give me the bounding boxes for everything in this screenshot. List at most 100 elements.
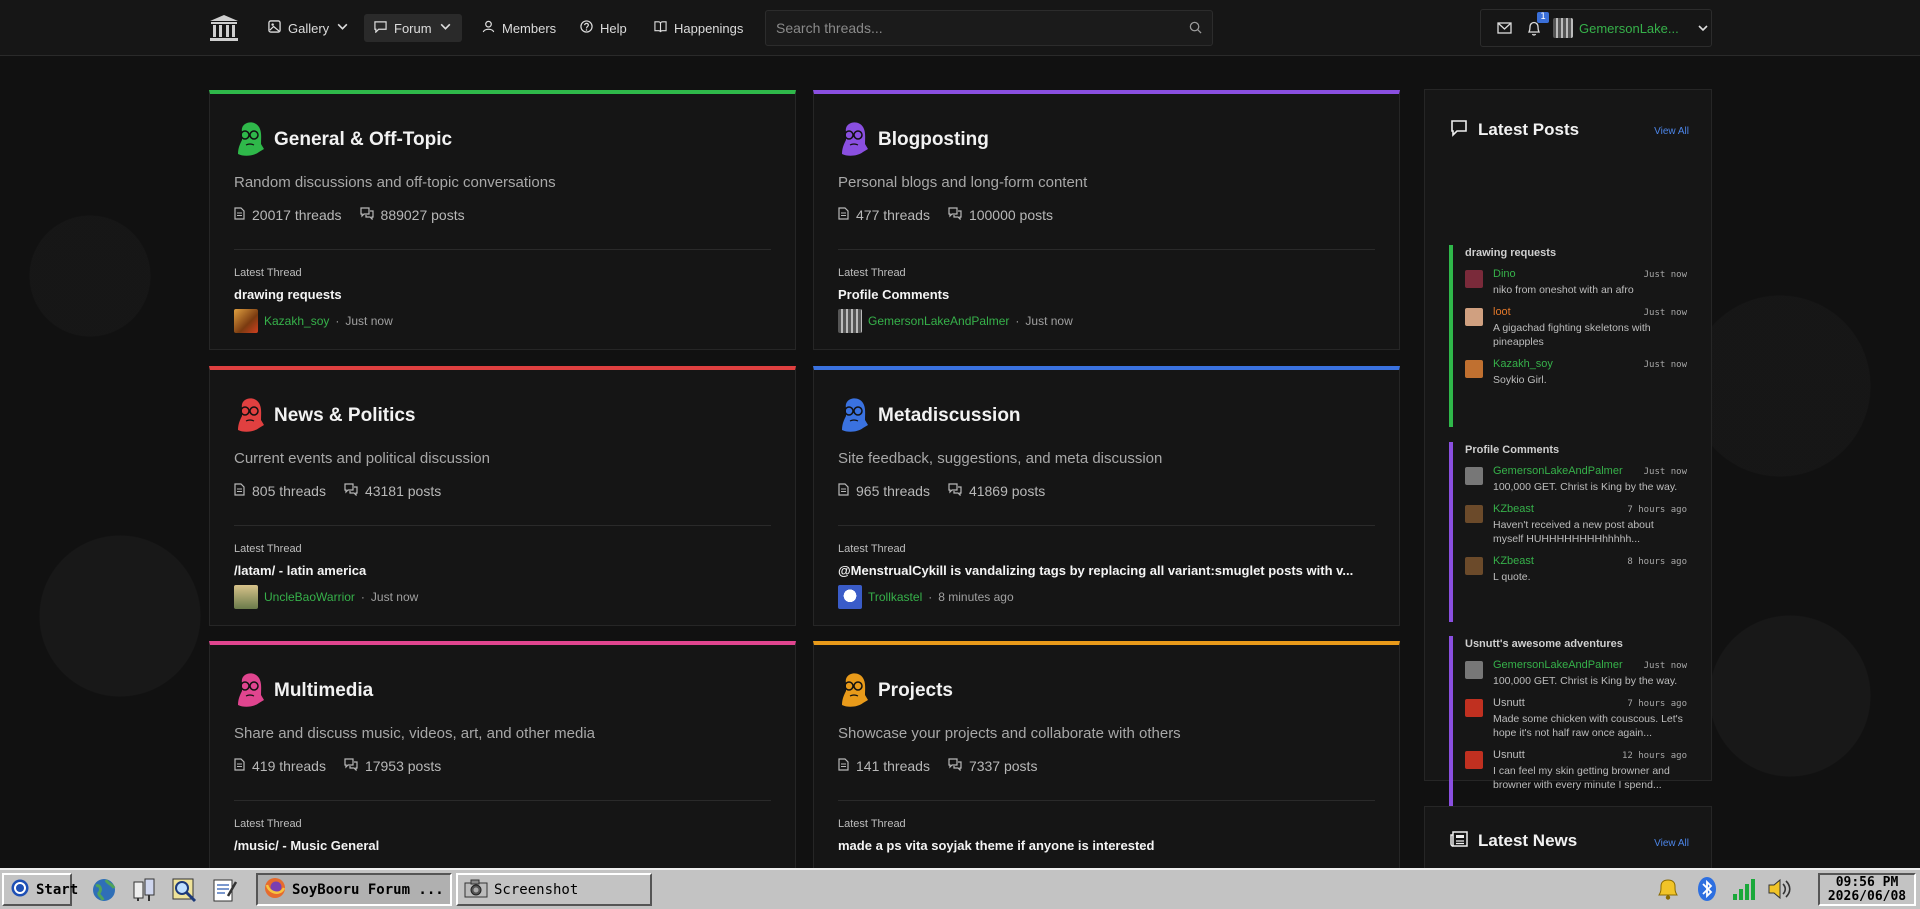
mail-icon[interactable]: [1489, 10, 1519, 46]
taskbar-window-screenshot[interactable]: Screenshot: [456, 873, 652, 906]
post-username[interactable]: Dino: [1493, 268, 1516, 280]
search-icon[interactable]: [1189, 19, 1202, 38]
start-button[interactable]: Start: [2, 873, 78, 906]
bell-icon[interactable]: 1: [1519, 10, 1549, 46]
group-thread-title[interactable]: Usnutt's awesome adventures: [1465, 638, 1693, 650]
post-username[interactable]: KZbeast: [1493, 503, 1534, 515]
site-logo-icon[interactable]: [209, 14, 239, 42]
search-input[interactable]: [776, 20, 1189, 36]
view-all-posts-link[interactable]: View All: [1654, 126, 1689, 137]
list-item[interactable]: Kazakh_soy Just now Soykio Girl.: [1465, 358, 1693, 387]
list-item[interactable]: Usnutt 12 hours ago I can feel my skin get…: [1465, 749, 1693, 792]
nav-gallery[interactable]: Gallery: [258, 14, 359, 42]
avatar[interactable]: [1465, 751, 1483, 769]
list-item[interactable]: KZbeast 8 hours ago L quote.: [1465, 555, 1693, 584]
category-stats: 965 threads 41869 posts: [838, 483, 1045, 499]
username-label[interactable]: GemersonLake...: [1579, 21, 1679, 36]
post-excerpt: Haven't received a new post about myself…: [1493, 519, 1654, 545]
avatar[interactable]: [1465, 270, 1483, 288]
globe-icon[interactable]: [90, 876, 118, 904]
latest-thread-user[interactable]: Trollkastel: [868, 590, 922, 604]
latest-thread-title[interactable]: @MenstrualCykill is vandalizing tags by …: [838, 563, 1375, 578]
category-card[interactable]: Multimedia Share and discuss music, video…: [209, 641, 796, 876]
divider: [838, 800, 1375, 801]
latest-thread-title[interactable]: Profile Comments: [838, 287, 1375, 302]
avatar[interactable]: [1465, 467, 1483, 485]
category-header: News & Politics: [234, 394, 416, 438]
bell-tray-icon[interactable]: [1655, 876, 1683, 904]
list-item[interactable]: Dino Just now niko from oneshot with an af…: [1465, 268, 1693, 297]
chevron-down-icon[interactable]: [1697, 19, 1709, 38]
latest-thread-user[interactable]: UncleBaoWarrior: [264, 590, 355, 604]
category-title[interactable]: Projects: [878, 680, 953, 702]
nav-happenings[interactable]: Happenings: [644, 14, 753, 42]
post-username[interactable]: Usnutt: [1493, 697, 1525, 709]
group-thread-title[interactable]: drawing requests: [1465, 247, 1693, 259]
latest-thread-title[interactable]: made a ps vita soyjak theme if anyone is…: [838, 838, 1375, 853]
category-card[interactable]: Blogposting Personal blogs and long-form …: [813, 90, 1400, 350]
signal-icon[interactable]: [1730, 876, 1758, 904]
taskbar-window-firefox[interactable]: SoyBooru Forum ...: [256, 873, 452, 906]
list-item[interactable]: GemersonLakeAndPalmer Just now 100,000 GET…: [1465, 659, 1693, 688]
category-card[interactable]: General & Off-Topic Random discussions an…: [209, 90, 796, 350]
latest-thread-label: Latest Thread: [838, 543, 906, 555]
avatar[interactable]: [1465, 699, 1483, 717]
avatar[interactable]: [1465, 505, 1483, 523]
system-clock[interactable]: 09:56 PM 2026/06/08: [1818, 873, 1916, 906]
user-menu: 1 GemersonLake...: [1480, 9, 1712, 47]
start-label: Start: [36, 881, 79, 898]
post-username[interactable]: Kazakh_soy: [1493, 358, 1553, 370]
avatar[interactable]: [1465, 557, 1483, 575]
post-username[interactable]: loot: [1493, 306, 1511, 318]
latest-thread-label: Latest Thread: [838, 267, 906, 279]
post-username[interactable]: GemersonLakeAndPalmer: [1493, 465, 1623, 477]
group-thread-title[interactable]: Profile Comments: [1465, 444, 1693, 456]
avatar[interactable]: [1465, 360, 1483, 378]
list-item[interactable]: KZbeast 7 hours ago Haven't received a new…: [1465, 503, 1693, 546]
post-username[interactable]: Usnutt: [1493, 749, 1525, 761]
post-username[interactable]: KZbeast: [1493, 555, 1534, 567]
category-title[interactable]: Blogposting: [878, 129, 989, 151]
mascot-icon: [838, 118, 870, 162]
magnifier-icon[interactable]: [170, 876, 198, 904]
avatar[interactable]: [1465, 308, 1483, 326]
category-title[interactable]: News & Politics: [274, 405, 416, 427]
bluetooth-icon[interactable]: [1694, 876, 1722, 904]
view-all-news-link[interactable]: View All: [1654, 838, 1689, 849]
taskbar: Start SoyBooru Forum ... Screenshot 09:5…: [0, 868, 1920, 909]
latest-posts-group: Usnutt's awesome adventures GemersonLakeA…: [1449, 636, 1693, 822]
nav-members[interactable]: Members: [472, 14, 566, 42]
divider: [234, 800, 771, 801]
latest-thread-user[interactable]: GemersonLakeAndPalmer: [868, 314, 1009, 328]
volume-icon[interactable]: [1766, 876, 1794, 904]
category-title[interactable]: Metadiscussion: [878, 405, 1021, 427]
latest-thread-title[interactable]: /music/ - Music General: [234, 838, 771, 853]
category-header: Metadiscussion: [838, 394, 1021, 438]
network-icon[interactable]: [130, 876, 158, 904]
avatar[interactable]: [1465, 661, 1483, 679]
list-item[interactable]: loot Just now A gigachad fighting skeleton…: [1465, 306, 1693, 349]
category-stats: 805 threads 43181 posts: [234, 483, 441, 499]
list-item[interactable]: Usnutt 7 hours ago Made some chicken with …: [1465, 697, 1693, 740]
post-username[interactable]: GemersonLakeAndPalmer: [1493, 659, 1623, 671]
category-card[interactable]: Metadiscussion Site feedback, suggestions…: [813, 366, 1400, 626]
category-title[interactable]: Multimedia: [274, 680, 373, 702]
notepad-icon[interactable]: [210, 876, 238, 904]
latest-thread-user[interactable]: Kazakh_soy: [264, 314, 329, 328]
nav-help[interactable]: Help: [570, 14, 637, 42]
category-card[interactable]: News & Politics Current events and politi…: [209, 366, 796, 626]
avatar[interactable]: [838, 585, 862, 609]
avatar[interactable]: [234, 309, 258, 333]
nav-forum[interactable]: Forum: [364, 14, 462, 42]
avatar[interactable]: [234, 585, 258, 609]
category-title[interactable]: General & Off-Topic: [274, 129, 452, 151]
thread-count-icon: [838, 758, 849, 774]
avatar[interactable]: [1553, 18, 1573, 38]
post-excerpt: 100,000 GET. Christ is King by the way.: [1493, 481, 1678, 493]
latest-thread-title[interactable]: /latam/ - latin america: [234, 563, 771, 578]
latest-thread-title[interactable]: drawing requests: [234, 287, 771, 302]
thread-count-icon: [234, 758, 245, 774]
avatar[interactable]: [838, 309, 862, 333]
category-card[interactable]: Projects Showcase your projects and colla…: [813, 641, 1400, 876]
list-item[interactable]: GemersonLakeAndPalmer Just now 100,000 GET…: [1465, 465, 1693, 494]
